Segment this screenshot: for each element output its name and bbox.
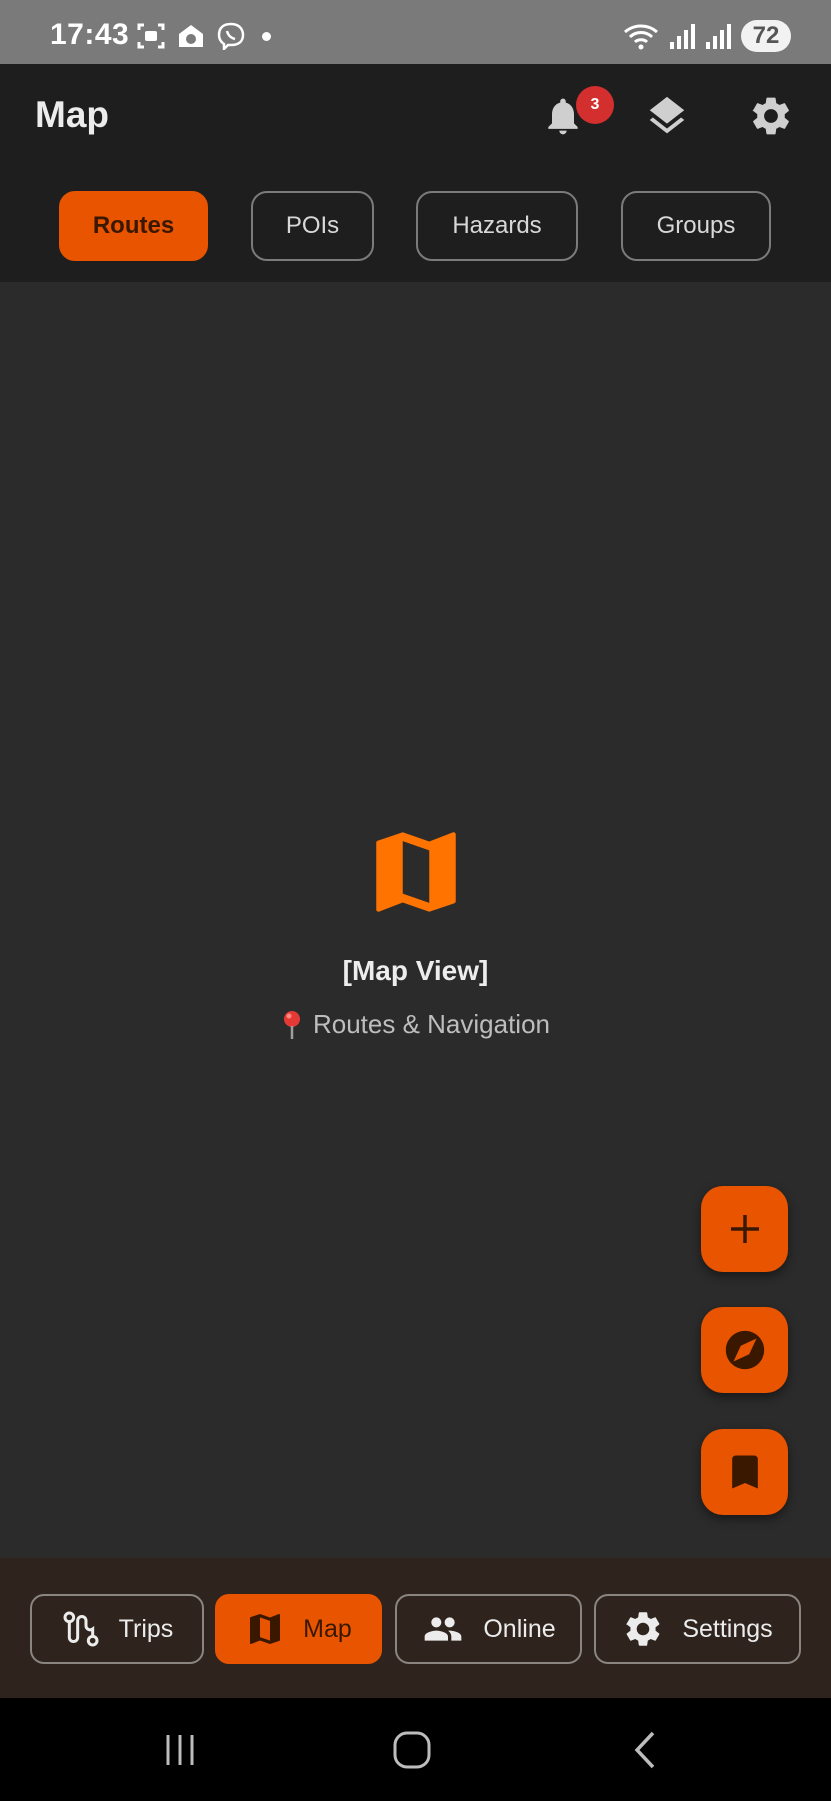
gear-icon (752, 97, 789, 135)
status-icons-left (136, 22, 271, 50)
tab-routes[interactable]: Routes (59, 191, 208, 261)
wifi-icon (624, 24, 658, 50)
home-button[interactable] (382, 1728, 442, 1772)
bookmark-fab-button[interactable] (701, 1429, 788, 1515)
status-icons-right: 72 (623, 20, 791, 52)
nav-map[interactable]: Map (215, 1594, 382, 1664)
viber-icon (217, 22, 245, 50)
map-view[interactable]: [Map View] Routes & Navigation (0, 282, 831, 1558)
recent-apps-button[interactable] (150, 1728, 210, 1772)
back-icon (634, 1731, 655, 1769)
tab-groups[interactable]: Groups (621, 191, 771, 261)
home-icon (393, 1731, 431, 1769)
nav-trips-label: Trips (118, 1614, 174, 1643)
back-button[interactable] (616, 1728, 676, 1772)
plus-icon (730, 1215, 759, 1243)
map-placeholder: [Map View] Routes & Navigation (0, 819, 831, 1040)
notification-badge: 3 (576, 86, 614, 124)
nav-settings-label: Settings (682, 1614, 773, 1643)
map-subtitle-text: Routes & Navigation (312, 1009, 551, 1039)
app-header: Map 3 Routes POIs Hazards Groups (0, 64, 831, 282)
tab-pois[interactable]: POIs (251, 191, 374, 261)
filter-tabs: Routes POIs Hazards Groups (0, 191, 831, 261)
map-placeholder-title: [Map View] (342, 955, 489, 986)
bookmark-icon (731, 1455, 758, 1489)
gear-icon (626, 1612, 660, 1646)
map-placeholder-subtitle: Routes & Navigation (0, 1009, 831, 1040)
map-icon (375, 832, 456, 912)
pin-icon (283, 1010, 300, 1039)
nav-map-label: Map (303, 1614, 352, 1643)
notification-dot (262, 31, 271, 41)
status-time: 17:43 (50, 18, 130, 51)
screenshot-icon (137, 23, 165, 49)
layers-button[interactable] (639, 88, 695, 144)
bottom-navigation: Trips Map Online Settings (0, 1558, 831, 1698)
people-icon (425, 1617, 462, 1641)
system-navigation-bar (0, 1698, 831, 1801)
signal-icon (706, 24, 731, 49)
nav-online-label: Online (483, 1614, 556, 1643)
compass-fab-button[interactable] (701, 1307, 788, 1393)
nav-trips[interactable]: Trips (30, 1594, 204, 1664)
nav-settings[interactable]: Settings (594, 1594, 801, 1664)
map-screen: 17:43 72 Map 3 Routes POIs Hazards Group… (0, 0, 831, 1801)
battery-indicator: 72 (741, 20, 791, 52)
home-app-icon (179, 25, 203, 47)
nav-online[interactable]: Online (395, 1594, 582, 1664)
page-title: Map (35, 94, 109, 135)
layers-icon (649, 96, 685, 134)
compass-icon (725, 1330, 764, 1370)
map-icon (250, 1614, 281, 1644)
recents-icon (166, 1735, 194, 1765)
add-fab-button[interactable] (701, 1186, 788, 1272)
status-bar: 17:43 72 (0, 0, 831, 64)
route-icon (63, 1611, 99, 1647)
tab-hazards[interactable]: Hazards (416, 191, 578, 261)
settings-button[interactable] (743, 88, 799, 144)
signal-icon (670, 24, 695, 49)
